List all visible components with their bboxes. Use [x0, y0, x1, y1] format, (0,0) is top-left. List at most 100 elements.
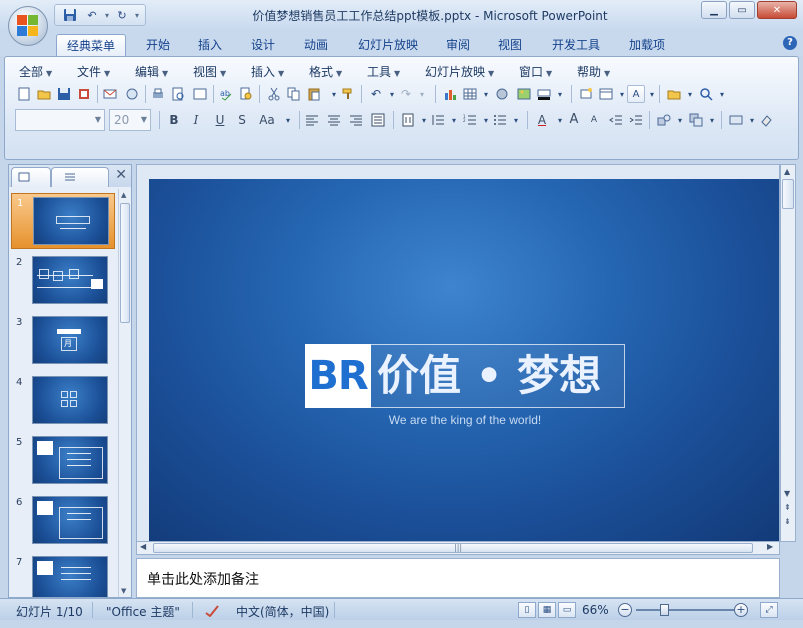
tab-review[interactable]: 审阅: [440, 34, 476, 56]
shape-fill-icon[interactable]: [757, 111, 775, 129]
align-left-icon[interactable]: [303, 111, 321, 129]
help-icon[interactable]: ?: [783, 36, 797, 50]
notes-placeholder[interactable]: 单击此处添加备注: [147, 569, 259, 589]
font-color-button[interactable]: A: [533, 111, 551, 129]
new-document-icon[interactable]: [15, 85, 33, 103]
scroll-left-icon[interactable]: ◀: [140, 542, 146, 551]
underline-button[interactable]: U: [211, 111, 229, 129]
scroll-thumb[interactable]: |||: [153, 543, 753, 553]
menu-all[interactable]: 全部 ▼: [19, 63, 52, 80]
close-pane-icon[interactable]: ✕: [115, 167, 127, 183]
zoom-slider-handle[interactable]: [660, 604, 669, 616]
shrink-font-button[interactable]: A: [585, 111, 603, 129]
copy-icon[interactable]: [285, 85, 303, 103]
tab-design[interactable]: 设计: [243, 34, 283, 56]
slide-thumbnail[interactable]: 3 月: [11, 313, 115, 369]
new-slide-icon[interactable]: [577, 85, 595, 103]
slide-vertical-scrollbar[interactable]: ▲ ▼ ⇞ ⇟: [780, 164, 796, 542]
slide-thumbnail[interactable]: 1: [11, 193, 115, 249]
paste-icon[interactable]: [305, 85, 323, 103]
italic-button[interactable]: I: [187, 111, 205, 129]
menu-format[interactable]: 格式 ▼: [309, 63, 342, 80]
close-button[interactable]: ✕: [757, 1, 797, 19]
zoom-slider-track[interactable]: [636, 609, 736, 611]
slideshow-view-button[interactable]: ▭: [558, 602, 576, 618]
minimize-button[interactable]: ▁: [701, 1, 727, 19]
layout-icon[interactable]: [191, 85, 209, 103]
tab-insert[interactable]: 插入: [190, 34, 230, 56]
font-size-field[interactable]: 20 ▼: [109, 109, 151, 131]
undo-icon[interactable]: ↶: [83, 7, 101, 23]
fit-to-window-button[interactable]: ⤢: [760, 602, 778, 618]
scroll-up-icon[interactable]: ▲: [784, 167, 790, 176]
menu-edit[interactable]: 编辑 ▼: [135, 63, 168, 80]
spell-check-icon[interactable]: [204, 603, 222, 620]
zoom-dropdown-icon[interactable]: ▾: [713, 85, 731, 103]
slide-canvas[interactable]: BR 价值 • 梦想 We are the king of the world!: [149, 179, 779, 541]
customize-qat-icon[interactable]: ▾: [135, 11, 139, 20]
slide-horizontal-scrollbar[interactable]: ◀ ||| ▶: [136, 541, 780, 555]
tab-slideshow[interactable]: 幻灯片放映: [352, 34, 424, 56]
slide-thumbnail[interactable]: 6: [11, 493, 115, 549]
tab-animation[interactable]: 动画: [296, 34, 336, 56]
justify-icon[interactable]: [369, 111, 387, 129]
align-center-icon[interactable]: [325, 111, 343, 129]
normal-view-button[interactable]: ▯: [518, 602, 536, 618]
publish-icon[interactable]: [123, 85, 141, 103]
slide-sorter-button[interactable]: ▦: [538, 602, 556, 618]
slides-pane-scrollbar[interactable]: ▲ ▼: [118, 189, 130, 597]
slide-thumbnail[interactable]: 5: [11, 433, 115, 489]
tab-home[interactable]: 开始: [138, 34, 178, 56]
previous-slide-icon[interactable]: ⇞: [784, 503, 791, 512]
menu-insert[interactable]: 插入 ▼: [251, 63, 284, 80]
menu-help[interactable]: 帮助 ▼: [577, 63, 610, 80]
menu-view[interactable]: 视图 ▼: [193, 63, 226, 80]
clipart-icon[interactable]: [493, 85, 511, 103]
permission-icon[interactable]: [75, 85, 93, 103]
align-right-icon[interactable]: [347, 111, 365, 129]
zoom-out-button[interactable]: −: [618, 603, 632, 617]
language-indicator[interactable]: 中文(简体，中国): [236, 603, 329, 620]
tab-addins[interactable]: 加载项: [622, 34, 672, 56]
font-name-field[interactable]: ▼: [15, 109, 105, 131]
menu-window[interactable]: 窗口 ▼: [519, 63, 552, 80]
redo-icon[interactable]: ↻: [113, 7, 131, 23]
slide-title[interactable]: 价值 • 梦想: [377, 347, 625, 405]
slide-thumbnail[interactable]: 4: [11, 373, 115, 429]
decrease-indent-icon[interactable]: [607, 111, 625, 129]
menu-tools[interactable]: 工具 ▼: [367, 63, 400, 80]
case-dropdown-icon[interactable]: ▾: [279, 111, 297, 129]
menu-file[interactable]: 文件 ▼: [77, 63, 110, 80]
notes-pane[interactable]: 单击此处添加备注: [136, 558, 780, 598]
tab-slides[interactable]: [11, 167, 51, 187]
shadow-button[interactable]: S: [233, 111, 251, 129]
scroll-down-icon[interactable]: ▼: [121, 587, 126, 595]
slide-thumbnail[interactable]: 7: [11, 553, 115, 597]
br-logo[interactable]: BR: [305, 344, 371, 408]
zoom-in-button[interactable]: +: [734, 603, 748, 617]
insert-picture-icon[interactable]: [515, 85, 533, 103]
office-button[interactable]: [8, 6, 48, 46]
arrange-dropdown-icon[interactable]: ▾: [703, 111, 721, 129]
tab-view[interactable]: 视图: [492, 34, 528, 56]
tab-classic-menu[interactable]: 经典菜单: [56, 34, 126, 56]
grow-font-button[interactable]: A: [565, 111, 583, 129]
zoom-level[interactable]: 66%: [582, 603, 609, 617]
next-slide-icon[interactable]: ⇟: [784, 517, 791, 526]
print-preview-icon[interactable]: [169, 85, 187, 103]
print-icon[interactable]: [149, 85, 167, 103]
insert-chart-icon[interactable]: [441, 85, 459, 103]
scroll-thumb[interactable]: [120, 203, 130, 323]
spelling-icon[interactable]: ab: [217, 85, 235, 103]
undo-dropdown-icon[interactable]: ▾: [105, 11, 109, 20]
tab-outline[interactable]: [51, 167, 109, 187]
scroll-up-icon[interactable]: ▲: [121, 191, 126, 199]
increase-indent-icon[interactable]: [627, 111, 645, 129]
tab-developer[interactable]: 开发工具: [545, 34, 607, 56]
save-icon[interactable]: [55, 85, 73, 103]
scroll-right-icon[interactable]: ▶: [767, 542, 773, 551]
research-icon[interactable]: [237, 85, 255, 103]
redo-dropdown-icon[interactable]: ▾: [413, 85, 431, 103]
fill-color-dropdown-icon[interactable]: ▾: [551, 85, 569, 103]
slide-editing-area[interactable]: BR 价值 • 梦想 We are the king of the world!: [136, 164, 780, 542]
